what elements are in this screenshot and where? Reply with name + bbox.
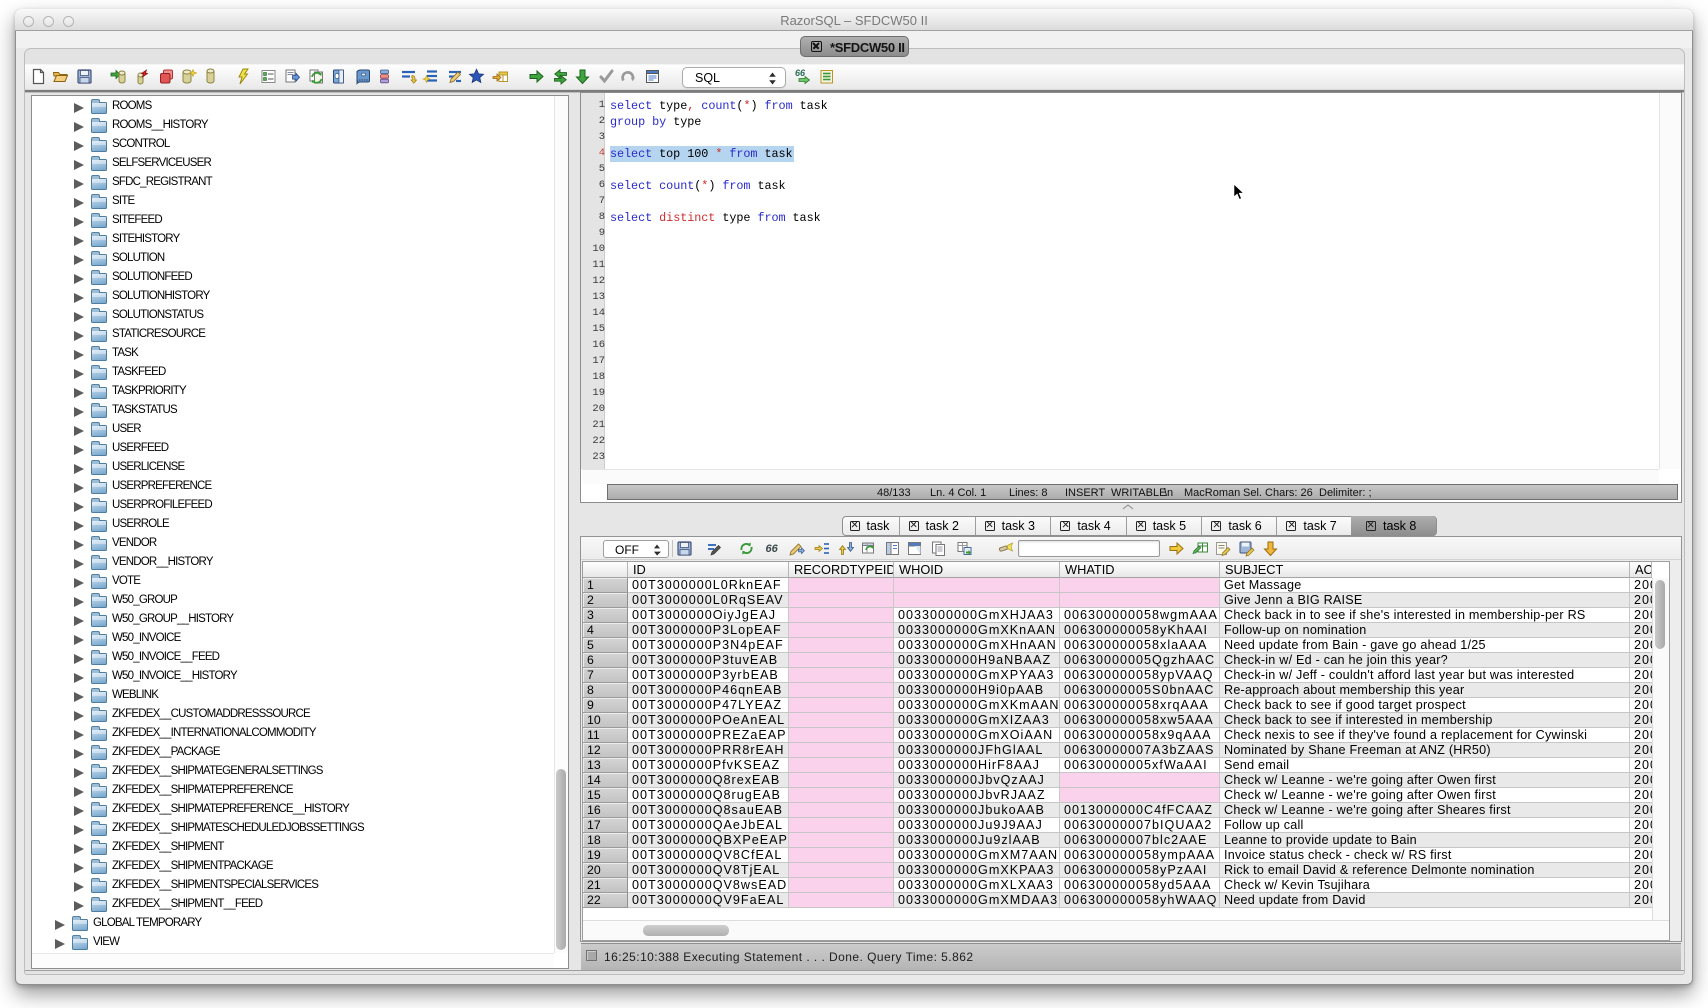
svg-text:66: 66 [766, 543, 779, 555]
svg-text:66: 66 [795, 68, 806, 78]
